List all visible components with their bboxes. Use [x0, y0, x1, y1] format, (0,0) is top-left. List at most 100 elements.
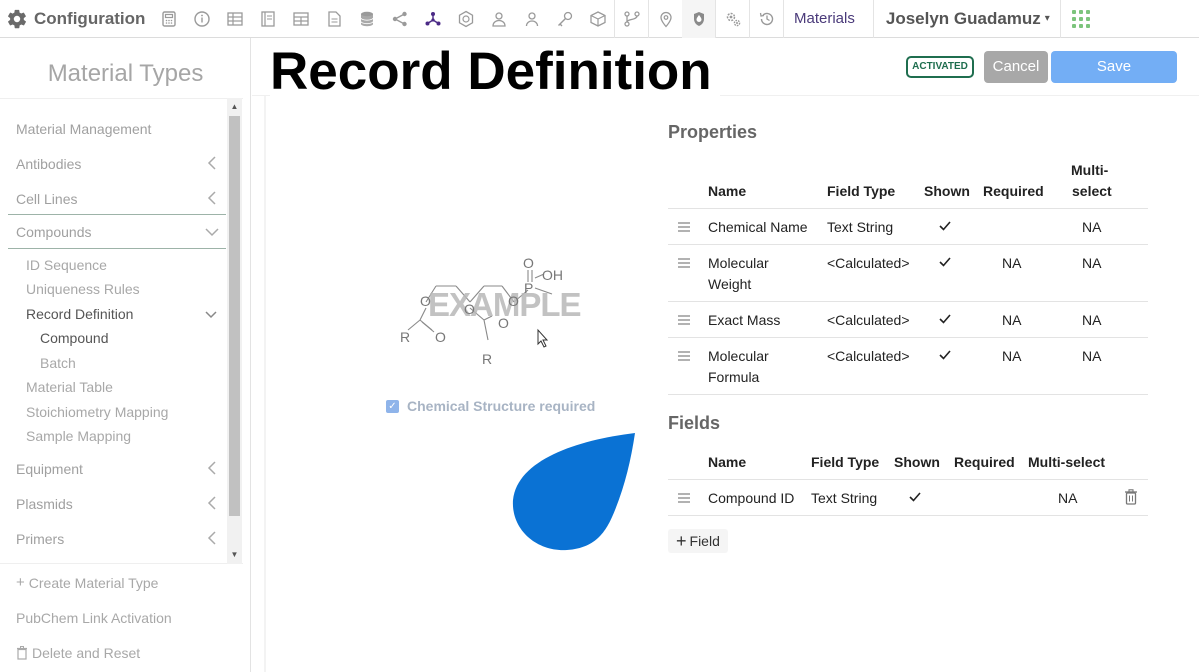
property-field-type: <Calculated> [827, 348, 910, 364]
sidebar-item-label: Antibodies [16, 155, 82, 172]
check-icon[interactable] [938, 255, 952, 269]
property-name: Formula [708, 369, 760, 385]
sidebar-item-compounds[interactable]: Compounds [8, 214, 226, 249]
sidebar-item-plasmids[interactable]: Plasmids [8, 486, 226, 521]
drag-handle-icon[interactable] [678, 257, 690, 269]
drag-handle-icon[interactable] [678, 492, 690, 504]
app-title: Configuration [34, 8, 146, 28]
cancel-button[interactable]: Cancel [984, 51, 1048, 83]
atom-label: O [420, 293, 431, 309]
sidebar-scroll-thumb[interactable] [229, 116, 240, 516]
database-icon[interactable] [350, 0, 383, 38]
users-icon[interactable] [482, 0, 515, 38]
check-icon[interactable] [938, 312, 952, 326]
checkbox-checked-icon: ✓ [386, 399, 399, 413]
property-name: Molecular [708, 255, 769, 271]
drag-handle-icon[interactable] [678, 221, 690, 233]
property-name: Weight [708, 276, 752, 292]
notebook-icon[interactable] [251, 0, 284, 38]
pubchem-link-activation-button[interactable]: PubChem Link Activation [16, 610, 172, 626]
col-header-required: Required [983, 183, 1044, 199]
col-header-shown: Shown [924, 183, 970, 199]
sidebar-item-antibodies[interactable]: Antibodies [8, 146, 226, 181]
property-multiselect: NA [1082, 312, 1102, 328]
row-divider [668, 301, 1148, 302]
property-field-type: Text String [827, 219, 894, 235]
trash-icon[interactable] [1124, 489, 1138, 505]
chemical-structure-image[interactable]: EXAMPLE O O O O P OH R O O R [392, 248, 592, 378]
branch-icon[interactable] [615, 0, 648, 38]
properties-table: Name Field Type Shown Required Multi- se… [668, 158, 1148, 398]
location-pin-icon[interactable] [649, 0, 682, 38]
chevron-down-icon [205, 311, 217, 319]
col-header-multiselect: Multi- [1071, 162, 1109, 178]
field-name: Compound ID [708, 490, 795, 506]
table-icon[interactable] [218, 0, 251, 38]
calculator-icon[interactable] [152, 0, 185, 38]
atom-label: O [508, 293, 519, 309]
sidebar-subitem-record-definition[interactable]: Record Definition [26, 306, 133, 322]
chemical-structure-required-checkbox[interactable]: ✓ Chemical Structure required [386, 398, 595, 414]
drag-handle-icon[interactable] [678, 350, 690, 362]
fields-title: Fields [668, 413, 721, 433]
add-field-button[interactable]: + Field [668, 529, 728, 553]
col-header-name: Name [708, 183, 747, 199]
row-divider [668, 208, 1148, 209]
create-material-type-button[interactable]: + Create Material Type [16, 574, 158, 591]
col-header-shown: Shown [894, 454, 940, 470]
sidebar-subitem-batch[interactable]: Batch [40, 355, 76, 371]
check-icon[interactable] [938, 348, 952, 362]
atom-label: R [482, 351, 492, 367]
drag-handle-icon[interactable] [678, 314, 690, 326]
sidebar-item-cell-lines[interactable]: Cell Lines [8, 181, 226, 216]
sidebar-subitem-id-sequence[interactable]: ID Sequence [26, 257, 107, 273]
share-icon[interactable] [383, 0, 416, 38]
user-menu[interactable]: Joselyn Guadamuz ▾ [874, 0, 1060, 38]
sidebar-subitem-uniqueness-rules[interactable]: Uniqueness Rules [26, 281, 140, 297]
check-icon[interactable] [908, 490, 922, 504]
field-type: Text String [811, 490, 878, 506]
sidebar-subitem-sample-mapping[interactable]: Sample Mapping [26, 428, 131, 444]
sidebar-subitem-material-table[interactable]: Material Table [26, 379, 113, 395]
sidebar-item-label: Equipment [16, 460, 83, 477]
main-panel: Record Definition ACTIVATED Cancel Save … [252, 38, 1199, 672]
save-button[interactable]: Save [1051, 51, 1177, 83]
apps-grid-icon[interactable] [1061, 0, 1101, 38]
check-icon[interactable] [938, 219, 952, 233]
sidebar-item-equipment[interactable]: Equipment [8, 451, 226, 486]
status-badge: ACTIVATED [906, 56, 974, 78]
history-icon[interactable] [750, 0, 783, 38]
col-header-multiselect: select [1072, 183, 1112, 199]
box-icon[interactable] [581, 0, 614, 38]
key-icon[interactable] [548, 0, 581, 38]
sidebar-item-label: Cell Lines [16, 190, 78, 207]
sidebar-subitem-stoichiometry-mapping[interactable]: Stoichiometry Mapping [26, 404, 168, 420]
scroll-up-arrow-icon[interactable]: ▲ [229, 102, 240, 112]
field-multiselect: NA [1058, 490, 1078, 506]
brand[interactable]: Configuration [0, 0, 152, 38]
sidebar-item-primers[interactable]: Primers [8, 521, 226, 556]
scroll-down-arrow-icon[interactable]: ▼ [229, 550, 240, 560]
delete-and-reset-button[interactable]: Delete and Reset [16, 645, 140, 661]
property-required: NA [1002, 312, 1022, 328]
property-required: NA [1002, 255, 1022, 271]
checkbox-label: Chemical Structure required [407, 398, 596, 414]
sidebar-item-material-management[interactable]: Material Management [8, 111, 226, 146]
row-divider [668, 479, 1148, 480]
chevron-down-icon [205, 228, 219, 237]
user-icon[interactable] [515, 0, 548, 38]
drop-shield-icon[interactable] [682, 0, 715, 38]
info-icon[interactable] [185, 0, 218, 38]
col-header-multiselect: Multi-select [1028, 454, 1106, 470]
mouse-cursor-icon [537, 328, 549, 348]
row-divider [668, 244, 1148, 245]
grid-table-icon[interactable] [284, 0, 317, 38]
atom-label: OH [542, 267, 563, 283]
hexagon-icon[interactable] [449, 0, 482, 38]
atom-label: O [435, 329, 446, 345]
sidebar-subitem-compound[interactable]: Compound [40, 330, 109, 346]
document-icon[interactable] [317, 0, 350, 38]
materials-link[interactable]: Materials [784, 0, 873, 38]
molecule-icon[interactable] [416, 0, 449, 38]
settings-gears-icon[interactable] [716, 0, 749, 38]
